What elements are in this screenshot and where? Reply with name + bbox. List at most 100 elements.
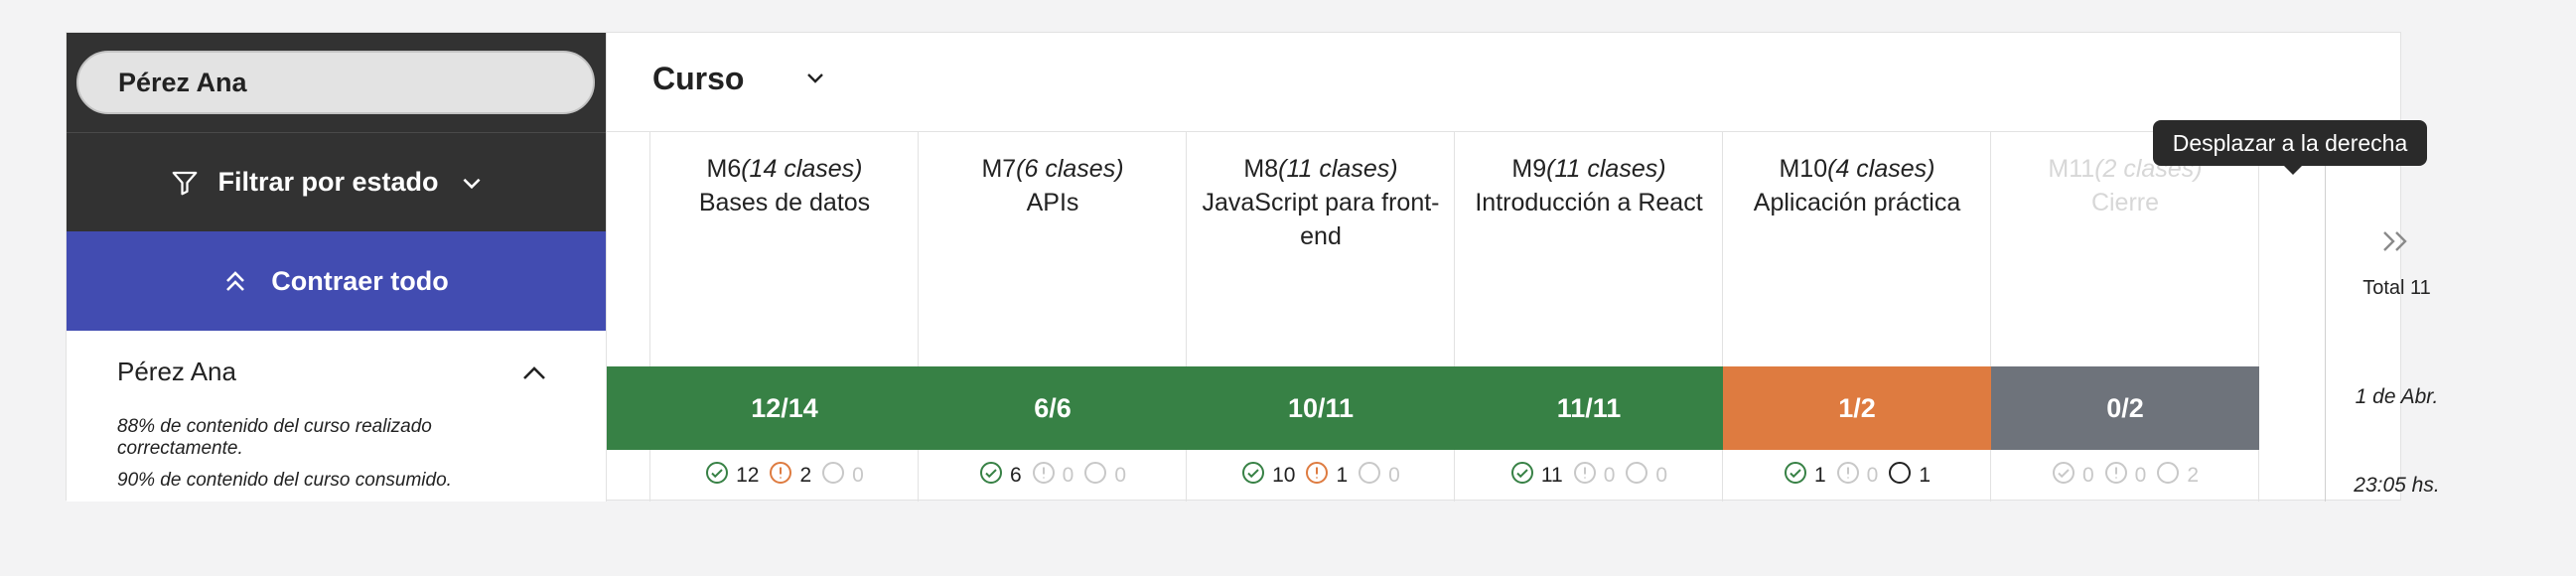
module-title: M7(6 clases) APIs (919, 152, 1187, 219)
warning-count: 0 (2104, 461, 2147, 491)
collapse-all-button[interactable]: Contraer todo (67, 231, 606, 331)
collapse-label: Contraer todo (271, 265, 449, 296)
filter-label: Filtrar por estado (217, 167, 439, 197)
warning-value: 0 (1062, 464, 1074, 487)
warning-circle-icon (1573, 461, 1604, 491)
right-panel: Curso M6(14 clases) Bases de datos 12/14 … (606, 33, 2440, 502)
check-circle-icon (979, 461, 1010, 491)
left-panel: Pérez Ana Filtrar por estado Contraer to… (67, 33, 606, 502)
pending-value: 0 (852, 464, 864, 487)
completed-count: 0 (2052, 461, 2094, 491)
modules-grid: M6(14 clases) Bases de datos 12/14 12 2 0… (607, 132, 2440, 502)
module-code: M6 (706, 155, 742, 183)
warning-value: 0 (1866, 464, 1879, 487)
pending-value: 0 (1114, 464, 1127, 487)
last-activity-time: 23:05 hs. (2354, 474, 2440, 497)
empty-circle-icon (1888, 461, 1919, 491)
module-counts: 11 0 0 (1455, 450, 1723, 502)
module-title: M9(11 clases) Introducción a React (1455, 152, 1723, 219)
completed-count: 10 (1241, 461, 1295, 491)
content-completed-note: 88% de contenido del curso realizado cor… (117, 416, 432, 459)
empty-circle-icon (1625, 461, 1655, 491)
completed-value: 10 (1272, 464, 1296, 487)
warning-count: 1 (1305, 461, 1348, 491)
warning-count: 0 (1032, 461, 1074, 491)
filter-by-status-button[interactable]: Filtrar por estado (67, 132, 606, 231)
pending-value: 2 (2187, 464, 2200, 487)
module-name: APIs (1026, 189, 1079, 216)
student-search-input[interactable]: Pérez Ana (76, 51, 595, 114)
module-classes: (14 clases) (741, 155, 863, 183)
check-circle-icon (1241, 461, 1272, 491)
module-progress-bar[interactable]: 12/14 (650, 366, 919, 450)
module-name: Introducción a React (1475, 189, 1703, 216)
module-counts: 1 0 1 (1723, 450, 1991, 502)
module-title: M8(11 clases) JavaScript para front-end (1187, 152, 1455, 253)
warning-value: 0 (1603, 464, 1616, 487)
completed-count: 1 (1784, 461, 1826, 491)
completed-value: 12 (736, 464, 760, 487)
empty-circle-icon (2156, 461, 2187, 491)
chevron-down-icon[interactable] (801, 67, 829, 90)
module-code: M8 (1243, 155, 1279, 183)
module-title: M6(14 clases) Bases de datos (650, 152, 919, 219)
warning-circle-icon (1305, 461, 1336, 491)
previous-module-progress-bar (607, 366, 650, 450)
module-code: M7 (981, 155, 1017, 183)
warning-circle-icon (1836, 461, 1867, 491)
completed-count: 6 (979, 461, 1022, 491)
total-column: Total 11 1 de Abr. 23:05 hs. (2325, 132, 2469, 502)
warning-circle-icon (769, 461, 799, 491)
module-progress-bar[interactable]: 10/11 (1187, 366, 1455, 450)
module-code: M10 (1779, 155, 1828, 183)
module-name: Cierre (2090, 189, 2160, 216)
pending-count: 0 (821, 461, 864, 491)
student-row-header: Pérez Ana 88% de contenido del curso rea… (67, 331, 606, 502)
check-circle-icon (705, 461, 736, 491)
module-progress-bar[interactable]: 1/2 (1723, 366, 1991, 450)
total-label: Total 11 (2362, 277, 2431, 299)
module-column: M9(11 clases) Introducción a React 11/11 … (1455, 132, 1723, 502)
last-activity-date: 1 de Abr. (2355, 385, 2439, 408)
pending-count: 0 (1625, 461, 1667, 491)
module-progress-bar[interactable]: 11/11 (1455, 366, 1723, 450)
module-counts: 10 1 0 (1187, 450, 1455, 502)
warning-value: 1 (1336, 464, 1349, 487)
content-consumed-note: 90% de contenido del curso consumido. (117, 470, 452, 491)
module-title: M10(4 clases) Aplicación práctica (1723, 152, 1991, 219)
check-circle-icon (1784, 461, 1814, 491)
completed-value: 6 (1009, 464, 1022, 487)
warning-count: 0 (1573, 461, 1616, 491)
module-code: M11 (2048, 155, 2095, 183)
check-circle-icon (1510, 461, 1541, 491)
warning-count: 0 (1836, 461, 1879, 491)
warning-count: 2 (769, 461, 811, 491)
filter-icon (173, 171, 198, 195)
module-column: M7(6 clases) APIs 6/6 6 0 0 (919, 132, 1187, 502)
module-progress-bar[interactable]: 6/6 (919, 366, 1187, 450)
empty-circle-icon (1083, 461, 1114, 491)
chevron-down-icon (463, 178, 481, 189)
pending-count: 0 (1358, 461, 1400, 491)
scroll-right-icon[interactable] (2380, 229, 2412, 253)
pending-count: 0 (1083, 461, 1126, 491)
module-classes: (4 clases) (1827, 155, 1935, 183)
warning-value: 2 (799, 464, 812, 487)
double-chevron-up-icon (226, 271, 245, 291)
completed-count: 11 (1510, 461, 1563, 491)
pending-count: 1 (1888, 461, 1931, 491)
completed-value: 11 (1540, 464, 1563, 487)
module-classes: (11 clases) (1278, 155, 1398, 183)
completed-count: 12 (705, 461, 759, 491)
warning-value: 0 (2134, 464, 2147, 487)
module-name: Aplicación práctica (1753, 189, 1961, 216)
module-counts: 0 0 2 (1991, 450, 2259, 502)
module-progress-bar[interactable]: 0/2 (1991, 366, 2259, 450)
module-classes: (6 clases) (1016, 155, 1124, 183)
course-header: Curso (607, 33, 2403, 132)
chevron-up-icon[interactable] (521, 362, 547, 382)
module-column: M11(2 clases) Cierre 0/2 0 0 2 (1991, 132, 2259, 502)
completed-value: 1 (1813, 464, 1826, 487)
module-column: M10(4 clases) Aplicación práctica 1/2 1 0… (1723, 132, 1991, 502)
warning-circle-icon (2104, 461, 2135, 491)
